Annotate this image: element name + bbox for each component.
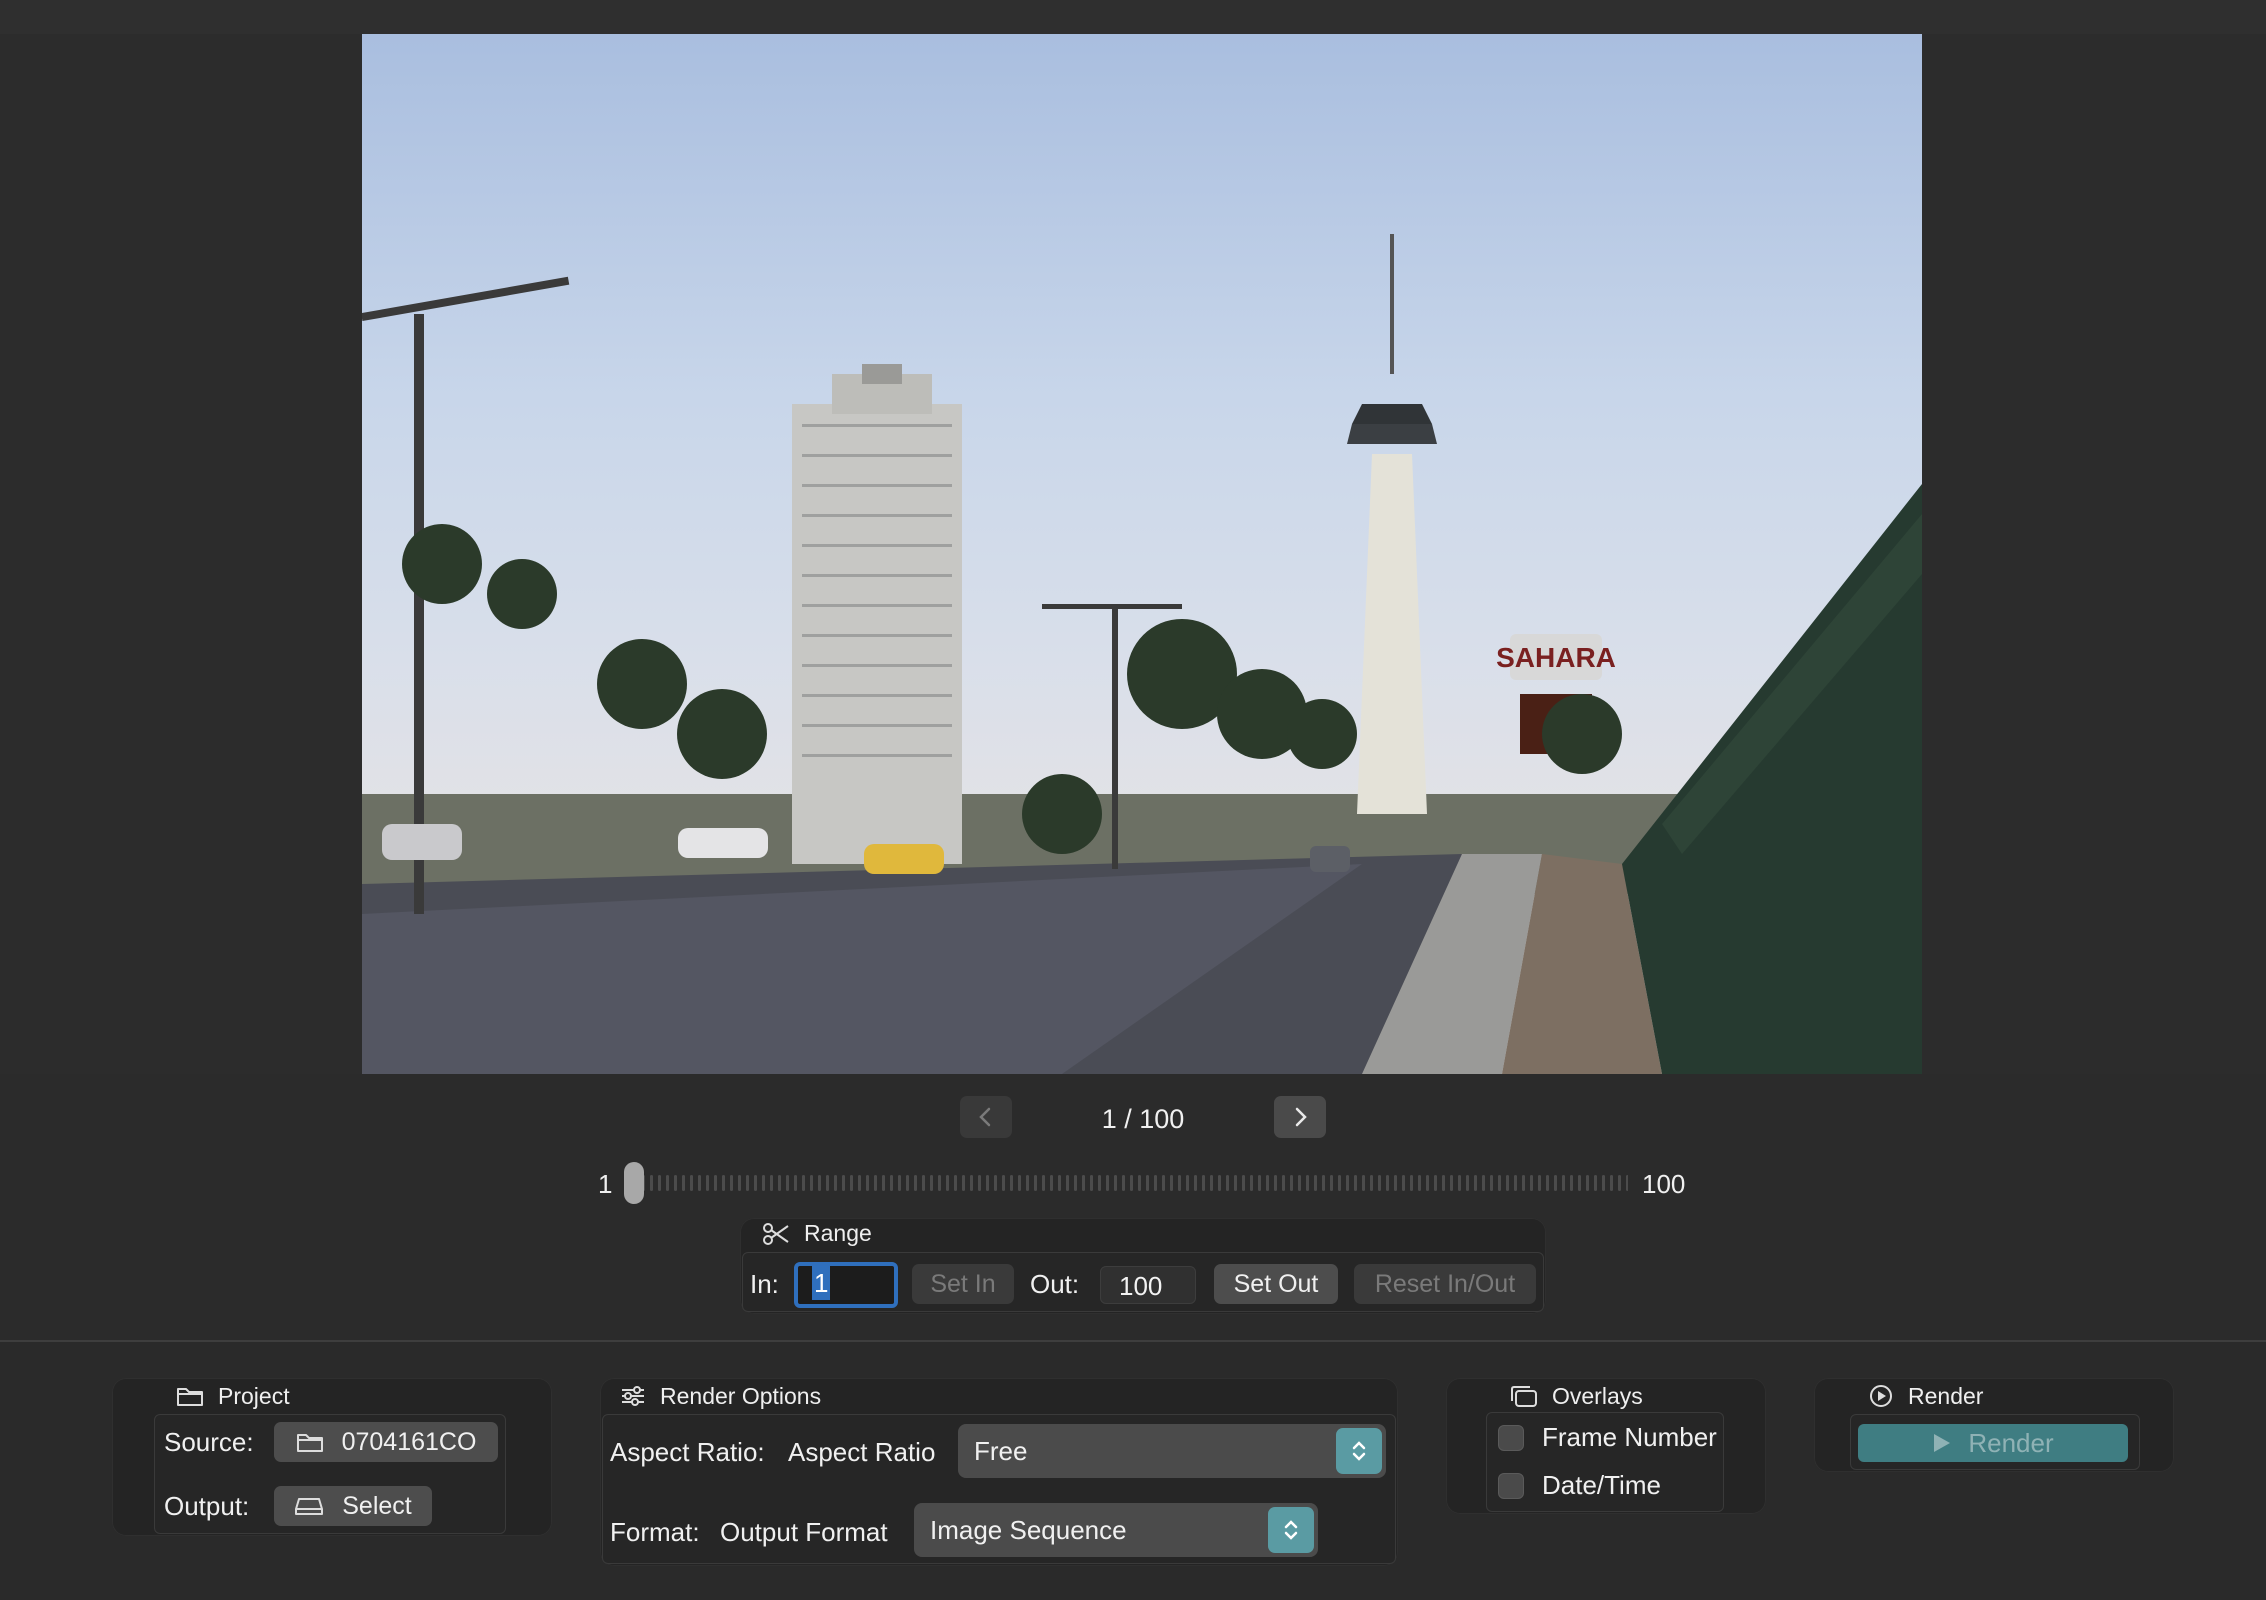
output-format-popup[interactable]: Image Sequence [914, 1503, 1318, 1557]
frame-preview-image: SAHARA [362, 34, 1922, 1074]
output-format-value: Image Sequence [930, 1515, 1127, 1545]
out-label: Out: [1030, 1269, 1080, 1299]
render-title: Render [1868, 1378, 1983, 1414]
source-value: 0704161CO [341, 1428, 477, 1456]
set-out-button[interactable]: Set Out [1214, 1264, 1338, 1304]
folder-icon [296, 1434, 323, 1452]
format-sublabel: Output Format [720, 1517, 888, 1547]
frame-number-checkbox[interactable]: Frame Number [1498, 1422, 1717, 1453]
format-label: Format: [610, 1517, 700, 1547]
scrubber-min-label: 1 [598, 1169, 613, 1199]
scrubber-max-label: 100 [1642, 1169, 1686, 1199]
chevron-updown-icon [1268, 1507, 1314, 1553]
frame-number-box[interactable] [1498, 1424, 1524, 1451]
frame-scrubber[interactable] [634, 1172, 1628, 1194]
render-title-label: Render [1908, 1382, 1984, 1409]
aspect-ratio-popup[interactable]: Free [958, 1424, 1386, 1478]
next-frame-button[interactable] [1274, 1096, 1326, 1138]
scrubber-knob[interactable] [624, 1162, 644, 1204]
drive-icon [295, 1498, 324, 1515]
out-point-field[interactable]: 100 [1100, 1266, 1196, 1304]
project-title: Project [176, 1378, 290, 1414]
overlays-icon [1511, 1386, 1537, 1407]
date-time-checkbox[interactable]: Date/Time [1498, 1470, 1661, 1501]
project-title-label: Project [218, 1382, 290, 1409]
chevron-left-icon [979, 1107, 991, 1127]
title-bar [0, 0, 2266, 34]
render-options-title: Render Options [620, 1378, 821, 1414]
render-options-title-label: Render Options [660, 1382, 822, 1409]
render-button-label: Render [1968, 1428, 2054, 1458]
date-time-box[interactable] [1498, 1472, 1524, 1499]
chevron-right-icon [1295, 1107, 1307, 1127]
date-time-label: Date/Time [1542, 1470, 1661, 1500]
play-circle-icon [1870, 1385, 1892, 1407]
frame-number-label: Frame Number [1542, 1422, 1717, 1452]
aspect-ratio-value: Free [974, 1436, 1028, 1466]
scissors-icon [763, 1222, 789, 1245]
panel-divider [0, 1340, 2266, 1342]
output-label: Output: [164, 1491, 250, 1521]
range-title: Range [762, 1220, 872, 1247]
output-select-label: Select [342, 1492, 412, 1520]
in-point-value: 1 [812, 1266, 831, 1300]
chevron-updown-icon [1336, 1428, 1382, 1474]
render-button[interactable]: Render [1858, 1424, 2128, 1462]
aspect-ratio-sublabel: Aspect Ratio [788, 1437, 936, 1467]
svg-text:SAHARA: SAHARA [1496, 642, 1616, 673]
source-label: Source: [164, 1427, 254, 1457]
frame-counter: 1 / 100 [1101, 1104, 1185, 1134]
in-point-field[interactable]: 1 [794, 1262, 898, 1308]
previous-frame-button[interactable] [960, 1096, 1012, 1138]
set-in-button[interactable]: Set In [912, 1264, 1014, 1304]
range-title-label: Range [804, 1220, 872, 1246]
in-label: In: [750, 1269, 779, 1299]
folder-icon [177, 1388, 203, 1406]
reset-in-out-button[interactable]: Reset In/Out [1354, 1264, 1536, 1304]
aspect-ratio-label: Aspect Ratio: [610, 1437, 765, 1467]
play-icon [1934, 1434, 1951, 1452]
sliders-icon [622, 1386, 644, 1406]
output-select-button[interactable]: Select [274, 1486, 432, 1526]
overlays-title-label: Overlays [1552, 1382, 1643, 1409]
source-button[interactable]: 0704161CO [274, 1422, 498, 1462]
overlays-title: Overlays [1510, 1378, 1643, 1414]
